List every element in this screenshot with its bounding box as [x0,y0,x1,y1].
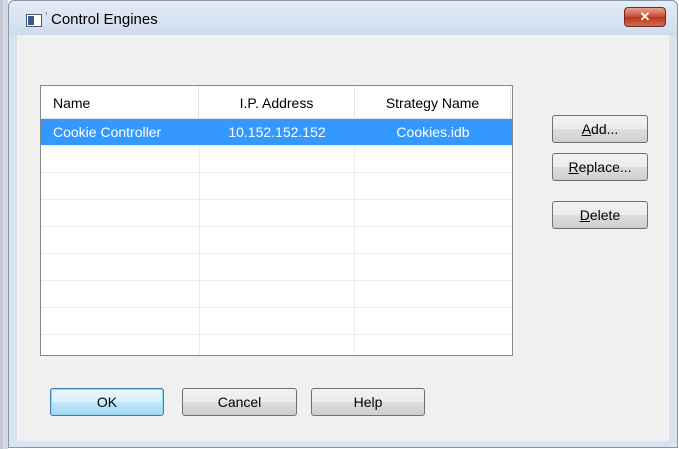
cancel-button[interactable]: Cancel [182,388,297,416]
table-row-empty[interactable] [41,308,512,335]
table-row-empty[interactable] [41,200,512,227]
table-row-empty[interactable] [41,254,512,281]
cell-ip-address: 10.152.152.152 [228,124,326,140]
dialog-title: Control Engines [51,11,158,28]
table-row-empty[interactable] [41,227,512,254]
column-header-name[interactable]: Name [41,86,199,118]
replace-label: eplace... [578,159,632,175]
delete-button[interactable]: Delete [552,201,648,229]
table-row-empty[interactable] [41,173,512,200]
cell-strategy-name: Cookies.idb [396,124,470,140]
close-icon: ✕ [639,9,651,24]
app-window-icon: ' [26,12,47,27]
column-header-ip-address[interactable]: I.P. Address [199,86,355,118]
help-button[interactable]: Help [311,388,425,416]
column-header-strategy-name[interactable]: Strategy Name [355,86,511,118]
list-header: Name I.P. Address Strategy Name [41,86,512,119]
delete-mnemonic: D [579,207,590,223]
add-button[interactable]: Add... [552,115,648,143]
cell-name: Cookie Controller [53,124,162,140]
add-label: dd... [591,121,619,137]
delete-label: elete [589,207,621,223]
title-bar[interactable]: ' Control Engines ✕ [9,1,677,35]
replace-mnemonic: R [568,159,579,175]
table-row-empty[interactable] [41,146,512,173]
table-row-empty[interactable] [41,281,512,308]
control-engines-dialog: ' Control Engines ✕ Name I.P. Address St… [8,0,678,448]
table-row-selected[interactable]: Cookie Controller 10.152.152.152 Cookies… [41,119,512,146]
close-button[interactable]: ✕ [624,7,666,27]
background-window-border [0,0,3,449]
dialog-client-area: Name I.P. Address Strategy Name Cookie C… [17,35,669,441]
table-row-empty[interactable] [41,335,512,355]
ok-button[interactable]: OK [50,388,164,416]
add-mnemonic: A [581,121,592,137]
replace-button[interactable]: Replace... [552,153,648,181]
engines-list[interactable]: Name I.P. Address Strategy Name Cookie C… [40,85,513,356]
